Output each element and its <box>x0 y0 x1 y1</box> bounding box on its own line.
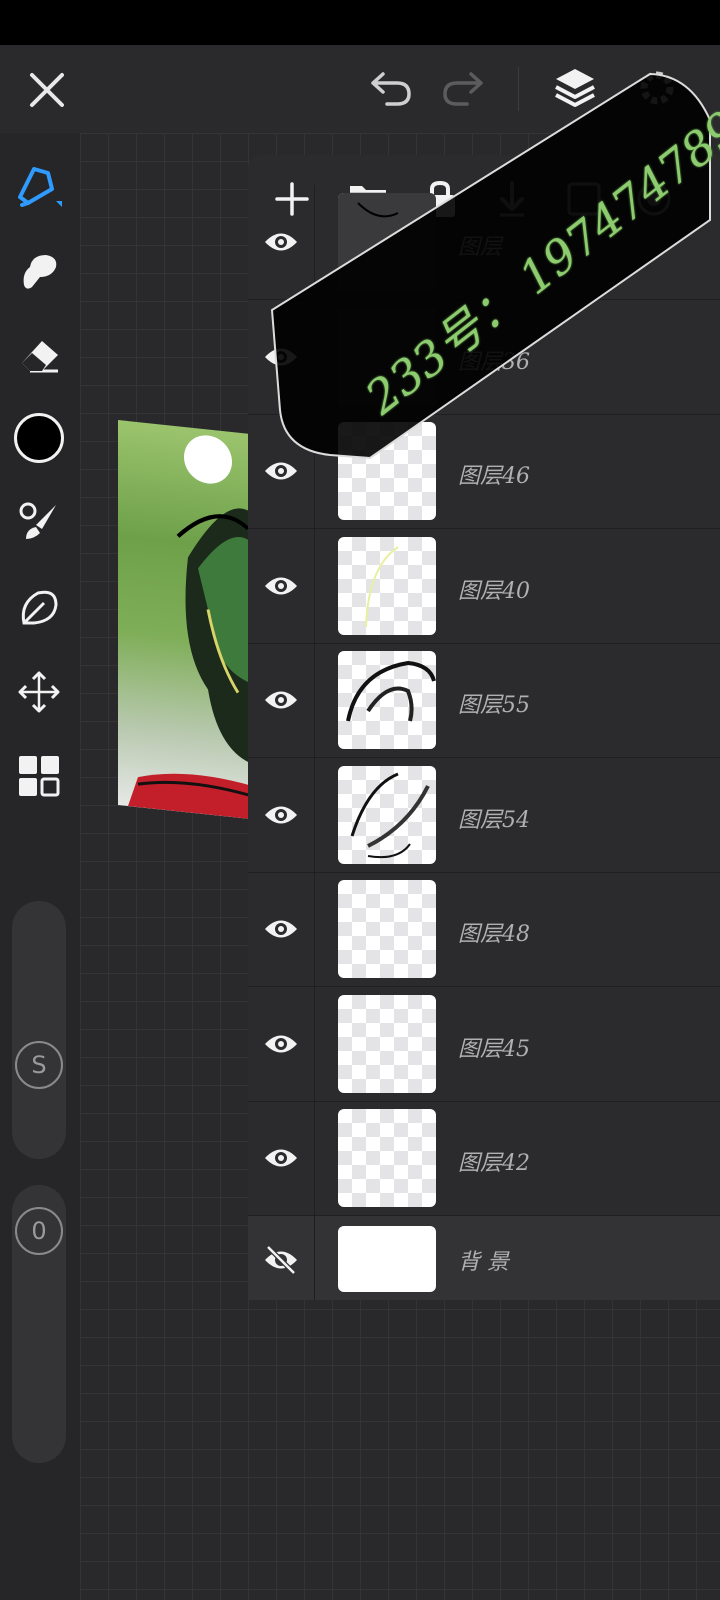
status-bar <box>0 0 720 45</box>
layer-thumbnail <box>338 651 436 749</box>
artwork-illustration <box>128 435 253 820</box>
layer-thumbnail <box>338 995 436 1093</box>
eraser-icon <box>22 341 58 373</box>
visibility-toggle[interactable] <box>248 643 315 757</box>
brush-size-slider[interactable]: S <box>12 901 66 1159</box>
eye-hidden-icon <box>265 1245 297 1275</box>
layer-row[interactable]: 图层40 <box>248 529 720 644</box>
visibility-toggle[interactable] <box>248 529 315 643</box>
size-slider-label: S <box>31 1051 47 1079</box>
selection-icon <box>21 590 58 625</box>
visibility-toggle[interactable] <box>248 1101 315 1215</box>
close-icon <box>30 73 64 107</box>
smudge-tool[interactable] <box>14 245 64 295</box>
eye-icon <box>265 1035 297 1053</box>
opacity-slider-label: 0 <box>31 1217 47 1245</box>
transform-tool[interactable] <box>14 667 64 717</box>
pen-tool[interactable] <box>14 161 64 211</box>
eye-icon <box>265 806 297 824</box>
layer-row[interactable]: 背 景 <box>248 1216 720 1300</box>
opacity-slider-knob[interactable]: 0 <box>15 1207 63 1255</box>
layer-name: 图层46 <box>458 464 530 489</box>
layer-thumbnail <box>338 537 436 635</box>
visibility-toggle[interactable] <box>248 987 315 1101</box>
layer-name: 图层55 <box>458 693 530 718</box>
visibility-toggle[interactable] <box>248 1216 315 1300</box>
eye-icon <box>265 1149 297 1167</box>
visibility-toggle[interactable] <box>248 758 315 872</box>
eye-icon <box>265 462 297 480</box>
layer-thumbnail <box>338 1109 436 1207</box>
eye-icon <box>265 920 297 938</box>
layer-thumbnail <box>338 880 436 978</box>
color-swatch-button[interactable] <box>14 413 64 463</box>
gallery-icon <box>19 756 60 797</box>
brush-settings-tool[interactable] <box>14 497 64 547</box>
layer-row[interactable]: 图层54 <box>248 758 720 873</box>
close-button[interactable] <box>22 65 72 115</box>
layer-row[interactable]: 图层45 <box>248 987 720 1102</box>
eraser-tool[interactable] <box>14 331 64 381</box>
eye-icon <box>265 577 297 595</box>
layer-name: 图层40 <box>458 579 530 604</box>
layer-row[interactable]: 图层42 <box>248 1101 720 1216</box>
size-slider-knob[interactable]: S <box>15 1041 63 1089</box>
selection-tool[interactable] <box>14 583 64 633</box>
layer-name: 图层48 <box>458 922 530 947</box>
layer-name: 背 景 <box>458 1250 509 1275</box>
transform-icon <box>18 671 60 713</box>
smudge-icon <box>23 255 57 289</box>
layer-name: 图层54 <box>458 808 530 833</box>
watermark-overlay <box>250 70 720 460</box>
artwork-preview[interactable] <box>118 420 253 820</box>
layer-thumbnail <box>338 1226 436 1292</box>
watermark-tag <box>270 72 711 460</box>
visibility-toggle[interactable] <box>248 872 315 986</box>
tool-sidebar: S 0 <box>0 133 78 1600</box>
brush-icon <box>19 502 56 539</box>
layer-name: 图层42 <box>458 1151 530 1176</box>
layer-name: 图层45 <box>458 1037 530 1062</box>
layer-thumbnail <box>338 766 436 864</box>
pen-icon <box>18 167 62 207</box>
layer-row[interactable]: 图层48 <box>248 872 720 987</box>
color-swatch <box>14 413 64 463</box>
opacity-slider[interactable]: 0 <box>12 1185 66 1463</box>
gallery-tool[interactable] <box>14 751 64 801</box>
eye-icon <box>265 691 297 709</box>
layer-row[interactable]: 图层55 <box>248 643 720 758</box>
